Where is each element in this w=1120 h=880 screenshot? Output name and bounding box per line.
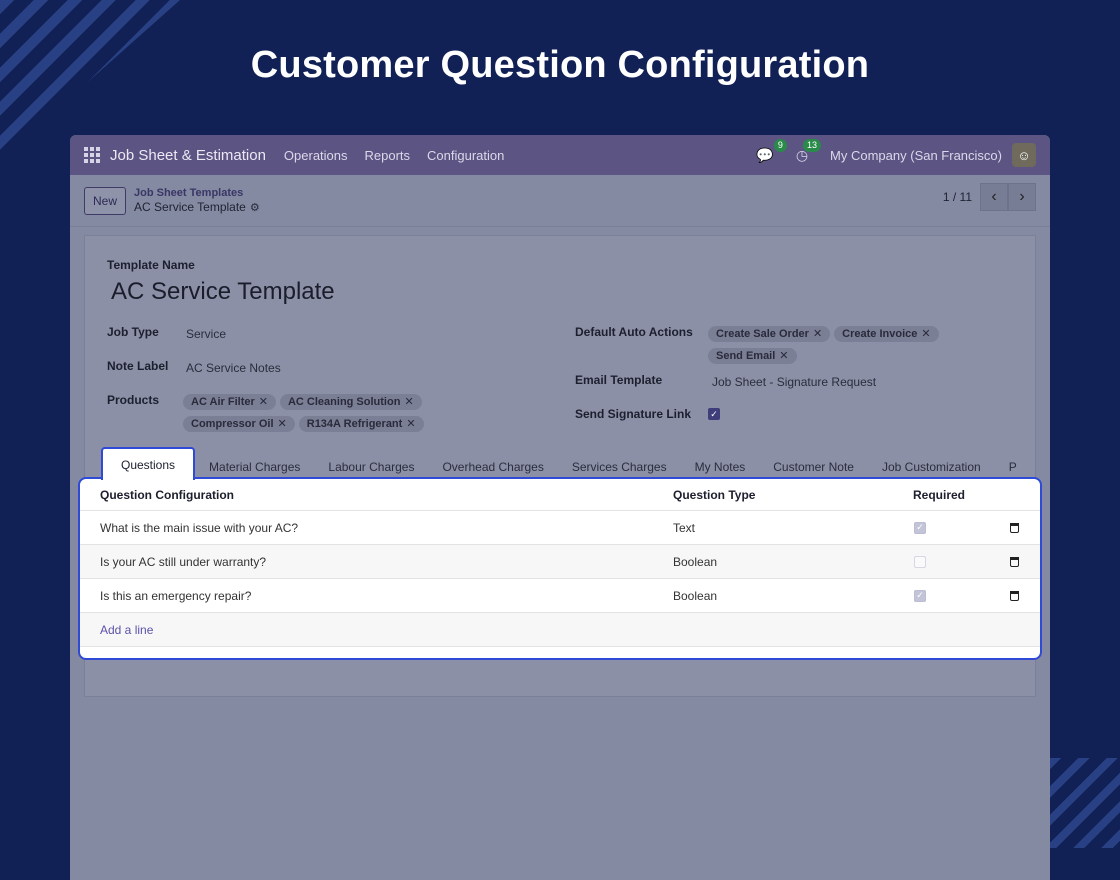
app-brand[interactable]: Job Sheet & Estimation	[110, 147, 266, 164]
messages-icon[interactable]: 💬 9	[756, 138, 787, 164]
questions-table: Question Configuration Question Type Req…	[78, 477, 1042, 660]
column-required[interactable]: Required	[913, 488, 965, 502]
tab-questions[interactable]: Questions	[101, 447, 196, 480]
product-tag: R134A Refrigerant ✕	[298, 416, 424, 432]
product-tag: AC Air Filter ✕	[183, 394, 276, 410]
auto-action-tag: Send Email ✕	[708, 348, 797, 364]
top-navbar: Job Sheet & Estimation Operations Report…	[70, 135, 1050, 175]
pager-previous-button[interactable]: ‹	[980, 183, 1008, 211]
messages-badge: 9	[773, 138, 787, 152]
auto-actions-label: Default Auto Actions	[575, 325, 693, 339]
job-type-label: Job Type	[107, 325, 159, 339]
menu-configuration[interactable]: Configuration	[427, 148, 504, 163]
email-template-label: Email Template	[575, 373, 663, 387]
product-tag-label: Compressor Oil	[191, 418, 274, 430]
close-icon[interactable]: ✕	[404, 396, 413, 408]
trash-icon[interactable]	[1010, 556, 1019, 567]
products-label: Products	[107, 393, 160, 407]
pager-next-button[interactable]: ›	[1008, 183, 1036, 211]
chevron-right-icon: ›	[1019, 188, 1025, 205]
table-header: Question Configuration Question Type Req…	[80, 479, 1040, 511]
job-type-field[interactable]: Service	[186, 327, 226, 341]
product-tag-label: AC Air Filter	[191, 396, 255, 408]
breadcrumb: Job Sheet Templates AC Service Template ⚙	[134, 186, 260, 215]
trash-icon[interactable]	[1010, 522, 1019, 533]
breadcrumb-parent[interactable]: Job Sheet Templates	[134, 186, 260, 200]
product-tag: AC Cleaning Solution ✕	[279, 394, 422, 410]
question-type[interactable]: Boolean	[673, 589, 717, 603]
auto-action-tag-label: Send Email	[716, 350, 776, 362]
question-type[interactable]: Text	[673, 521, 695, 535]
column-question[interactable]: Question Configuration	[100, 488, 234, 502]
product-tag: Compressor Oil ✕	[183, 416, 295, 432]
question-text[interactable]: Is this an emergency repair?	[100, 589, 251, 603]
hero-title: Customer Question Configuration	[250, 44, 870, 86]
note-label-label: Note Label	[107, 359, 169, 373]
products-tags[interactable]: AC Air Filter ✕ AC Cleaning Solution ✕Compr…	[183, 392, 533, 436]
close-icon[interactable]: ✕	[406, 418, 415, 430]
send-signature-checkbox[interactable]: ✓	[708, 408, 720, 420]
add-line-link[interactable]: Add a line	[100, 623, 153, 637]
close-icon[interactable]: ✕	[921, 328, 930, 340]
table-row[interactable]: Is your AC still under warranty? Boolean	[80, 545, 1040, 579]
required-checkbox[interactable]: ✓	[914, 589, 926, 602]
template-name-label: Template Name	[107, 258, 195, 272]
close-icon[interactable]: ✕	[813, 328, 822, 340]
pager-value[interactable]: 1 / 11	[943, 190, 972, 204]
chevron-left-icon: ‹	[991, 188, 997, 205]
apps-grid-icon[interactable]	[84, 147, 100, 163]
pager: 1 / 11 ‹ ›	[943, 183, 1036, 211]
menu-operations[interactable]: Operations	[284, 148, 348, 163]
breadcrumb-current-label: AC Service Template	[134, 200, 246, 214]
auto-action-tag-label: Create Sale Order	[716, 328, 809, 340]
auto-action-tag: Create Sale Order ✕	[708, 326, 831, 342]
auto-actions-tags[interactable]: Create Sale Order ✕ Create Invoice ✕Send Em…	[708, 324, 948, 368]
question-type[interactable]: Boolean	[673, 555, 717, 569]
table-row[interactable]: Is this an emergency repair? Boolean ✓	[80, 579, 1040, 613]
close-icon[interactable]: ✕	[278, 418, 287, 430]
column-question-type[interactable]: Question Type	[673, 488, 755, 502]
trash-icon[interactable]	[1010, 590, 1019, 601]
template-name-input[interactable]: AC Service Template	[111, 278, 335, 306]
menu-reports[interactable]: Reports	[365, 148, 411, 163]
gear-icon[interactable]: ⚙	[250, 202, 260, 214]
decorative-stripes-bottom-right	[1050, 758, 1120, 848]
required-checkbox[interactable]: ✓	[914, 521, 926, 534]
new-button[interactable]: New	[84, 186, 127, 215]
table-row[interactable]: What is the main issue with your AC? Tex…	[80, 511, 1040, 545]
question-text[interactable]: Is your AC still under warranty?	[100, 555, 266, 569]
close-icon[interactable]: ✕	[259, 396, 268, 408]
company-switcher[interactable]: My Company (San Francisco)	[830, 148, 1002, 163]
product-tag-label: AC Cleaning Solution	[287, 396, 401, 408]
notebook-tabs: Questions Material Charges Labour Charge…	[101, 446, 1031, 480]
activities-clock-icon[interactable]: ◷ 13	[796, 138, 822, 164]
activities-badge: 13	[803, 138, 822, 152]
note-label-field[interactable]: AC Service Notes	[186, 361, 281, 375]
auto-action-tag-label: Create Invoice	[842, 328, 918, 340]
question-text[interactable]: What is the main issue with your AC?	[100, 521, 298, 535]
email-template-field[interactable]: Job Sheet - Signature Request	[712, 375, 876, 389]
control-panel: New Job Sheet Templates AC Service Templ…	[70, 175, 1050, 227]
breadcrumb-current: AC Service Template ⚙	[134, 200, 260, 215]
send-signature-label: Send Signature Link	[575, 407, 692, 421]
product-tag-label: R134A Refrigerant	[306, 418, 403, 430]
auto-action-tag: Create Invoice ✕	[834, 326, 939, 342]
add-line-row: Add a line	[80, 613, 1040, 647]
user-avatar[interactable]: ☺	[1012, 143, 1036, 167]
close-icon[interactable]: ✕	[779, 350, 788, 362]
required-checkbox[interactable]	[914, 555, 926, 568]
